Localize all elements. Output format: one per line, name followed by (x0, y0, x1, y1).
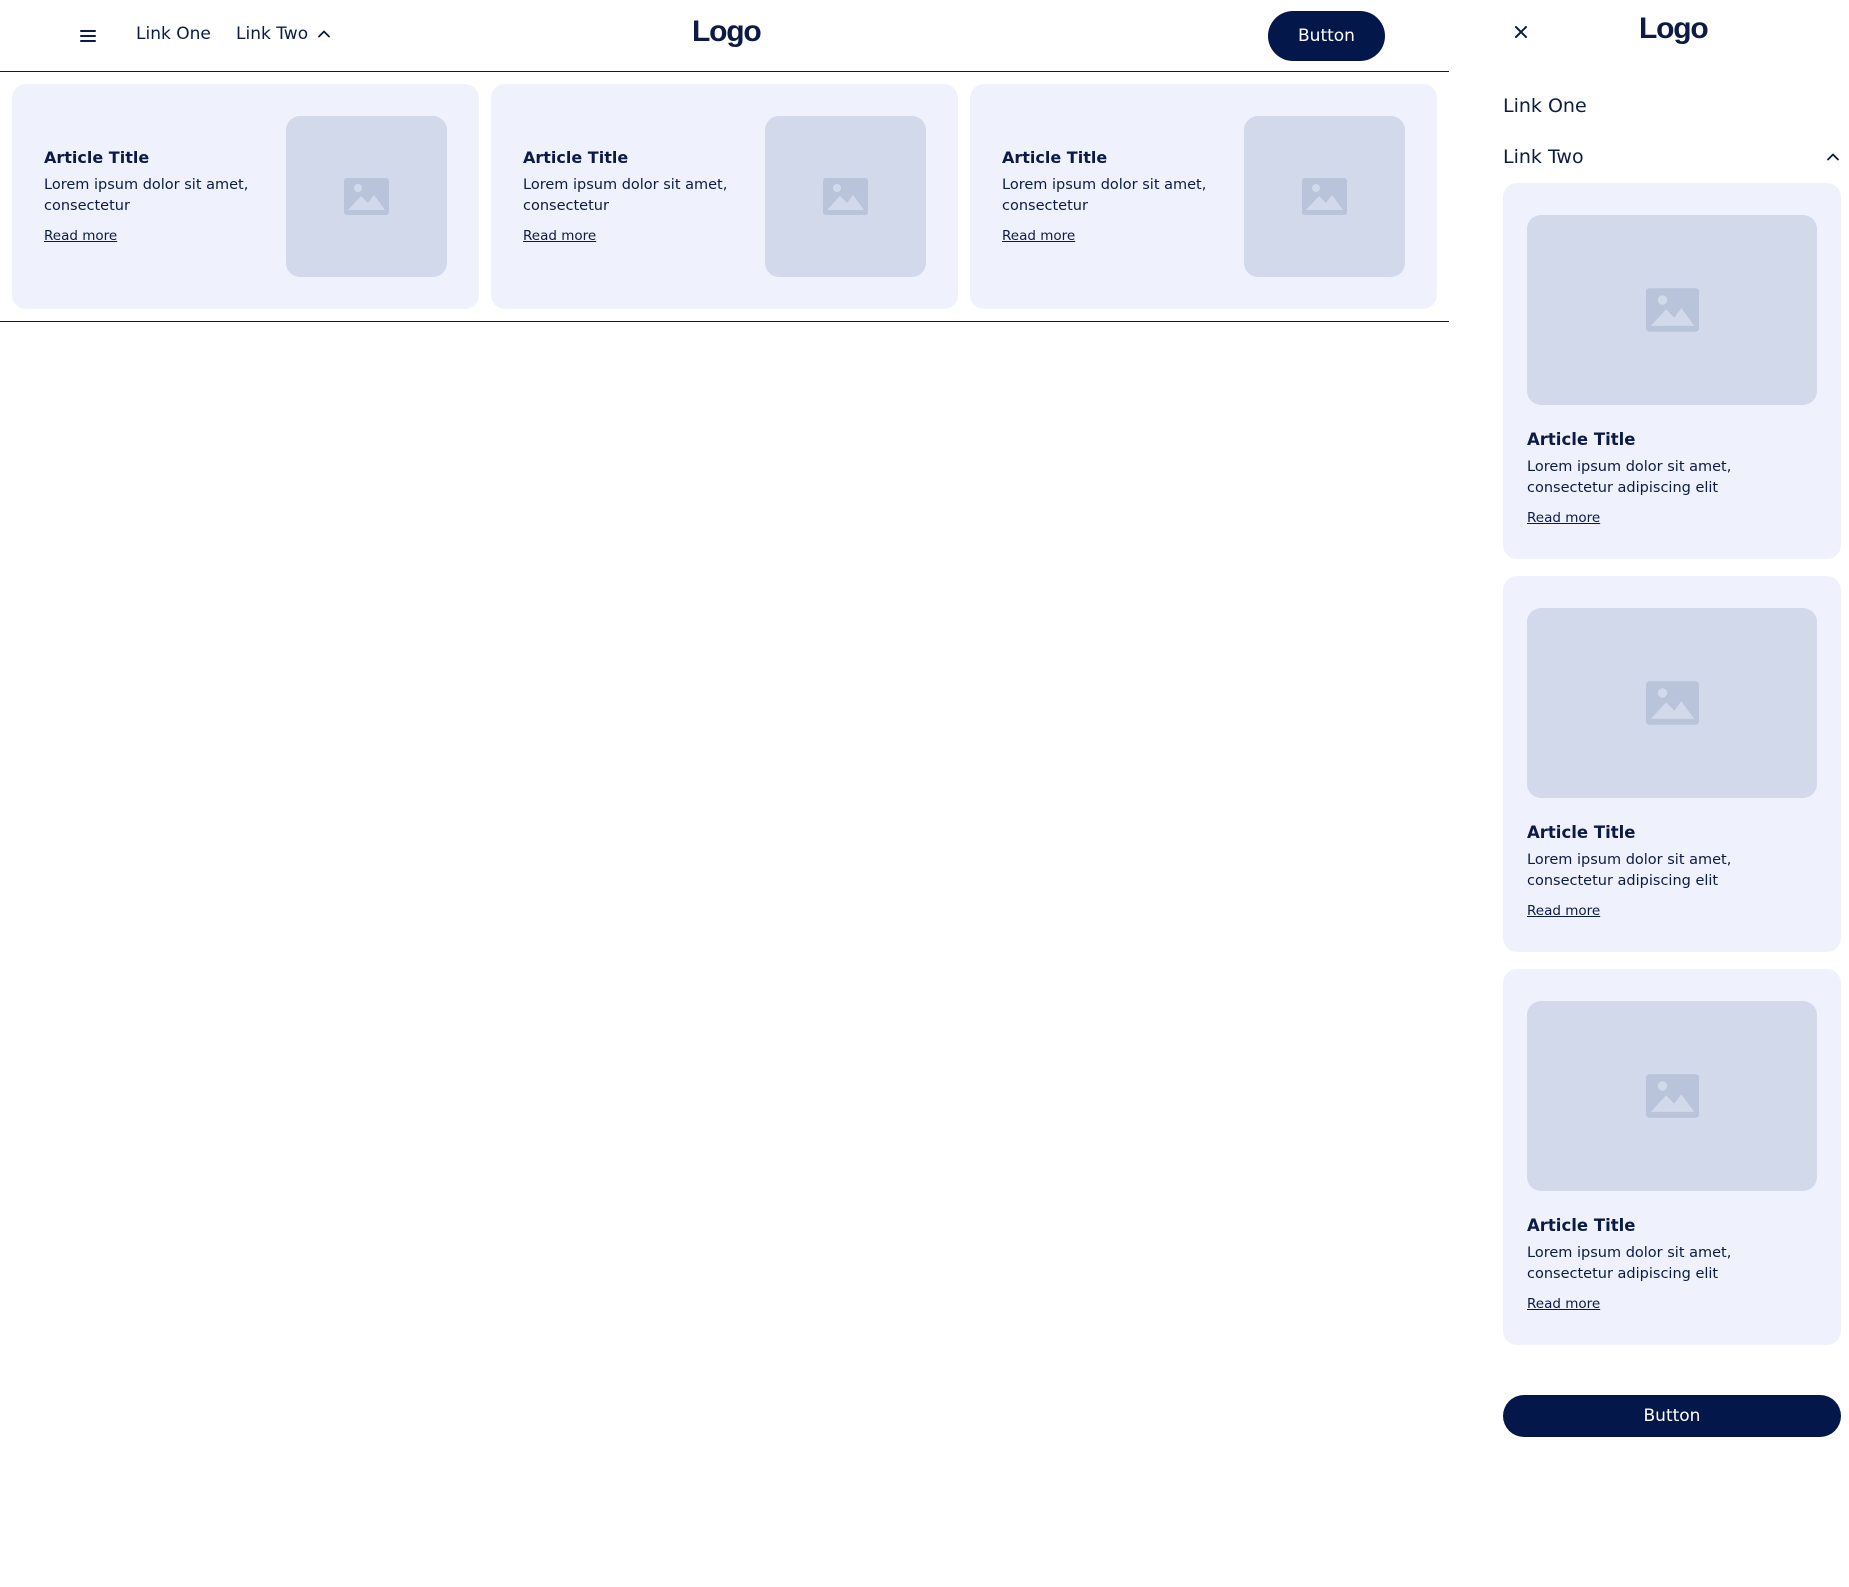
article-card-text: Article Title Lorem ipsum dolor sit amet… (1002, 148, 1212, 244)
image-icon (823, 178, 868, 215)
chevron-up-icon (318, 30, 330, 38)
article-description: Lorem ipsum dolor sit amet, consectetur (1002, 177, 1207, 214)
image-icon (1302, 178, 1347, 215)
article-title: Article Title (1002, 148, 1108, 167)
read-more-link[interactable]: Read more (1002, 228, 1075, 244)
mobile-link-two-label: Link Two (1503, 146, 1584, 168)
mobile-primary-button[interactable]: Button (1503, 1395, 1841, 1437)
article-description: Lorem ipsum dolor sit amet, consectetur (523, 177, 728, 214)
nav-link-two-label: Link Two (236, 24, 309, 44)
image-icon (1645, 1074, 1699, 1118)
chevron-up-icon (1827, 153, 1839, 161)
hamburger-icon[interactable] (78, 26, 98, 46)
article-title: Article Title (1527, 430, 1636, 449)
article-card-text: Article Title Lorem ipsum dolor sit amet… (1527, 823, 1817, 919)
article-description: Lorem ipsum dolor sit amet, consectetur … (1527, 852, 1732, 889)
mobile-link-one[interactable]: Link One (1503, 95, 1587, 117)
image-icon (1645, 288, 1699, 332)
logo[interactable]: Logo (692, 15, 762, 49)
read-more-link[interactable]: Read more (44, 228, 117, 244)
read-more-link[interactable]: Read more (1527, 510, 1600, 526)
read-more-link[interactable]: Read more (1527, 903, 1600, 919)
image-placeholder (1527, 608, 1817, 798)
article-card[interactable]: Article Title Lorem ipsum dolor sit amet… (970, 84, 1437, 309)
mobile-menu-panel: Logo Link One Link Two Article Title Lor… (1449, 0, 1849, 1587)
mobile-article-card[interactable]: Article Title Lorem ipsum dolor sit amet… (1503, 183, 1841, 559)
article-description: Lorem ipsum dolor sit amet, consectetur (44, 177, 249, 214)
image-placeholder (765, 116, 926, 277)
image-icon (344, 178, 389, 215)
article-description: Lorem ipsum dolor sit amet, consectetur … (1527, 1245, 1732, 1282)
article-title: Article Title (1527, 1216, 1636, 1235)
article-card[interactable]: Article Title Lorem ipsum dolor sit amet… (491, 84, 958, 309)
article-card[interactable]: Article Title Lorem ipsum dolor sit amet… (12, 84, 479, 309)
article-title: Article Title (44, 148, 150, 167)
image-icon (1645, 681, 1699, 725)
mobile-article-card[interactable]: Article Title Lorem ipsum dolor sit amet… (1503, 969, 1841, 1345)
image-placeholder (1244, 116, 1405, 277)
mega-menu-dropdown: Article Title Lorem ipsum dolor sit amet… (0, 72, 1449, 322)
article-card-text: Article Title Lorem ipsum dolor sit amet… (1527, 1216, 1817, 1312)
desktop-navbar: Link One Link Two Logo Button (0, 0, 1449, 72)
image-placeholder (1527, 1001, 1817, 1191)
article-title: Article Title (523, 148, 629, 167)
read-more-link[interactable]: Read more (1527, 1296, 1600, 1312)
read-more-link[interactable]: Read more (523, 228, 596, 244)
article-title: Article Title (1527, 823, 1636, 842)
nav-link-one[interactable]: Link One (136, 24, 211, 44)
image-placeholder (1527, 215, 1817, 405)
article-description: Lorem ipsum dolor sit amet, consectetur … (1527, 459, 1732, 496)
mobile-link-two[interactable]: Link Two (1503, 146, 1841, 168)
close-icon[interactable] (1511, 22, 1531, 42)
article-card-text: Article Title Lorem ipsum dolor sit amet… (523, 148, 733, 244)
mobile-logo[interactable]: Logo (1639, 12, 1709, 46)
mobile-article-card[interactable]: Article Title Lorem ipsum dolor sit amet… (1503, 576, 1841, 952)
primary-button[interactable]: Button (1268, 11, 1385, 61)
article-card-text: Article Title Lorem ipsum dolor sit amet… (1527, 430, 1817, 526)
nav-link-two[interactable]: Link Two (236, 24, 332, 44)
image-placeholder (286, 116, 447, 277)
article-card-text: Article Title Lorem ipsum dolor sit amet… (44, 148, 254, 244)
